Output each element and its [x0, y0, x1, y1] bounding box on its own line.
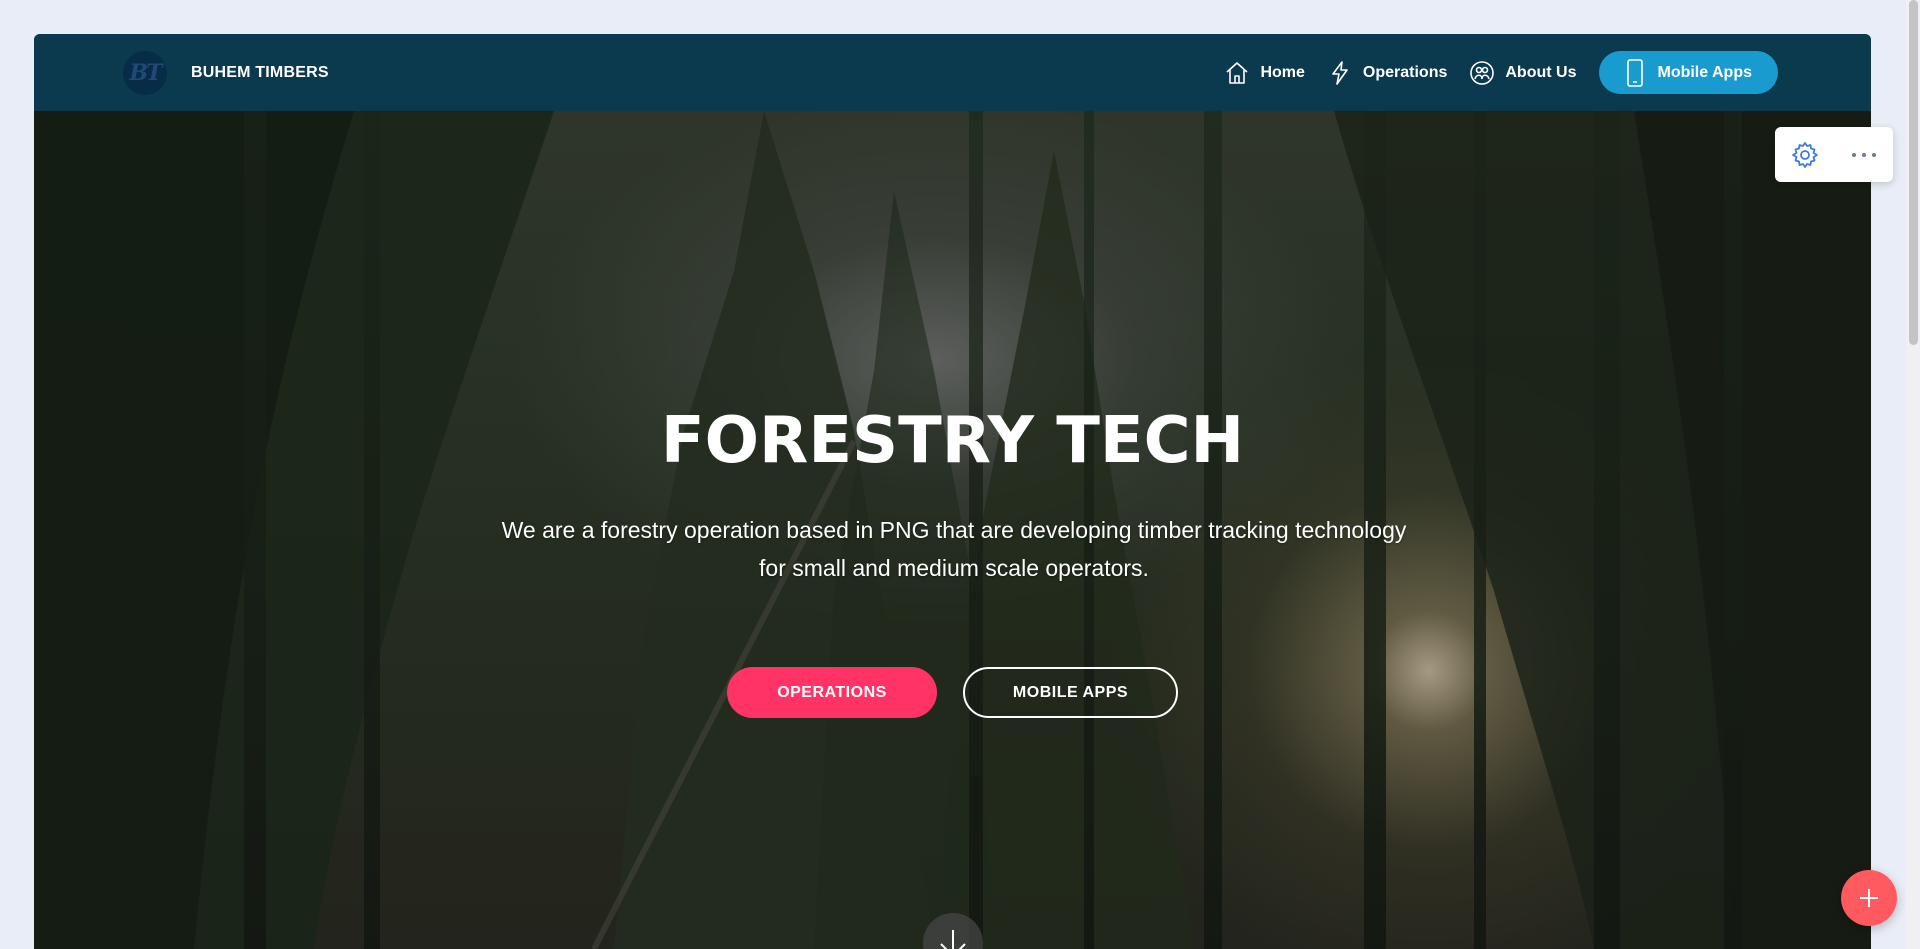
nav-operations[interactable]: Operations	[1327, 60, 1447, 86]
hero-title: FORESTRY TECH	[660, 404, 1245, 478]
navbar: BT BUHEM TIMBERS Home Operations About U…	[34, 34, 1871, 111]
more-dots-icon	[1851, 152, 1876, 157]
plus-icon	[1860, 889, 1878, 907]
nav-about-us[interactable]: About Us	[1469, 60, 1576, 86]
add-block-button[interactable]	[1841, 870, 1897, 926]
lightning-icon	[1327, 60, 1353, 86]
nav-operations-label: Operations	[1362, 63, 1448, 81]
nav-mobile-apps-label: Mobile Apps	[1657, 63, 1752, 81]
hero-description: We are a forestry operation based in PNG…	[501, 517, 1407, 581]
gear-icon	[1791, 141, 1818, 168]
block-settings-button[interactable]	[1788, 138, 1822, 172]
brand-logo[interactable]: BT	[123, 50, 167, 95]
nav-home[interactable]: Home	[1224, 60, 1305, 86]
brand-name[interactable]: BUHEM TIMBERS	[191, 64, 329, 82]
page-frame: BT BUHEM TIMBERS Home Operations About U…	[34, 34, 1871, 949]
people-circle-icon	[1469, 60, 1495, 86]
mobile-apps-button[interactable]: MOBILE APPS	[963, 667, 1178, 718]
mobile-phone-icon	[1625, 58, 1645, 87]
hero-section: FORESTRY TECH We are a forestry operatio…	[34, 111, 1871, 949]
block-toolbox	[1775, 127, 1893, 182]
main-nav: Home Operations About Us Mobile Apps	[1202, 51, 1778, 94]
nav-mobile-apps-button[interactable]: Mobile Apps	[1599, 51, 1778, 94]
nav-about-us-label: About Us	[1505, 63, 1577, 81]
home-icon	[1224, 60, 1250, 86]
nav-home-label: Home	[1260, 63, 1305, 81]
brand[interactable]: BT BUHEM TIMBERS	[123, 50, 329, 95]
scrollbar-thumb[interactable]	[1909, 0, 1918, 345]
arrow-down-icon	[940, 930, 966, 949]
operations-button[interactable]: OPERATIONS	[727, 667, 937, 718]
block-more-button[interactable]	[1847, 138, 1881, 172]
